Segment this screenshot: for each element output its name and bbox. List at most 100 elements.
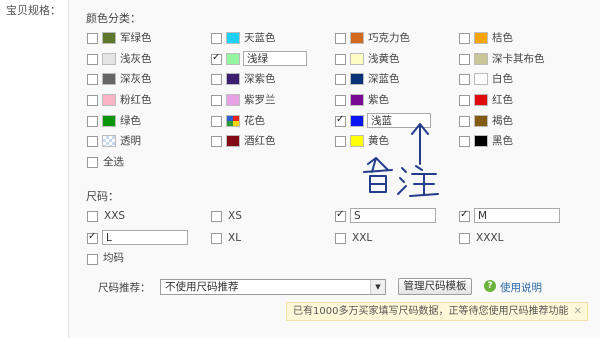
size-checkbox[interactable] — [335, 208, 346, 222]
size-label: XL — [228, 232, 242, 244]
color-swatch — [350, 53, 364, 65]
chevron-down-icon[interactable]: ▼ — [370, 280, 385, 294]
color-checkbox[interactable] — [459, 33, 470, 44]
color-swatch — [226, 94, 240, 106]
color-alias-input[interactable]: 浅绿 — [243, 51, 307, 66]
size-recommend-select[interactable]: 不使用尺码推荐 ▼ — [160, 279, 386, 295]
color-label: 深灰色 — [120, 73, 152, 85]
size-label: XXL — [352, 232, 373, 244]
color-swatch — [474, 135, 488, 147]
color-checkbox[interactable] — [87, 54, 98, 65]
color-swatch — [350, 73, 364, 85]
size-checkbox[interactable] — [459, 208, 470, 222]
close-icon[interactable]: ✕ — [574, 303, 582, 320]
color-checkbox[interactable] — [459, 54, 470, 65]
color-section-title: 颜色分类： — [86, 12, 141, 25]
color-checkbox[interactable] — [87, 116, 98, 127]
color-swatch — [226, 115, 240, 127]
uniform-size-checkbox[interactable] — [87, 254, 98, 265]
color-swatch — [226, 53, 240, 65]
color-checkbox[interactable] — [335, 113, 346, 127]
color-swatch — [102, 32, 116, 44]
color-label: 深蓝色 — [368, 73, 400, 85]
question-icon[interactable]: ? — [484, 280, 496, 292]
color-label: 浅黄色 — [368, 53, 400, 65]
size-checkbox[interactable] — [335, 233, 346, 244]
size-alias-input[interactable]: S — [350, 208, 436, 223]
color-swatch — [226, 73, 240, 85]
size-data-notice: 已有1000多万买家填写尺码数据，正等待您使用尺码推荐功能 ✕ — [286, 302, 588, 321]
color-swatch — [102, 94, 116, 106]
color-label: 军绿色 — [120, 32, 152, 44]
color-checkbox[interactable] — [87, 74, 98, 85]
size-section-title: 尺码： — [86, 190, 119, 203]
color-label: 黑色 — [492, 135, 513, 147]
color-swatch — [474, 53, 488, 65]
size-checkbox[interactable] — [459, 233, 470, 244]
handwriting-bei — [363, 157, 393, 193]
color-swatch — [474, 94, 488, 106]
color-checkbox[interactable] — [459, 74, 470, 85]
color-label: 深紫色 — [244, 73, 276, 85]
size-label: XS — [228, 210, 242, 222]
select-all-checkbox[interactable] — [87, 157, 98, 168]
size-alias-input[interactable]: M — [474, 208, 560, 223]
color-checkbox[interactable] — [335, 74, 346, 85]
color-label: 红色 — [492, 94, 513, 106]
color-swatch — [102, 73, 116, 85]
color-swatch — [474, 32, 488, 44]
color-swatch — [102, 53, 116, 65]
color-checkbox[interactable] — [211, 33, 222, 44]
size-checkbox[interactable] — [87, 230, 98, 244]
color-label: 深卡其布色 — [492, 53, 545, 65]
color-swatch — [474, 115, 488, 127]
color-checkbox[interactable] — [87, 95, 98, 106]
handwriting-zhu — [397, 165, 439, 197]
uniform-size-label: 均码 — [103, 252, 124, 264]
color-swatch — [226, 135, 240, 147]
notice-text: 已有1000多万买家填写尺码数据，正等待您使用尺码推荐功能 — [293, 306, 569, 317]
color-swatch — [474, 73, 488, 85]
color-checkbox[interactable] — [335, 33, 346, 44]
color-label: 浅灰色 — [120, 53, 152, 65]
color-label: 粉红色 — [120, 94, 152, 106]
color-checkbox[interactable] — [211, 51, 222, 65]
size-label: XXXL — [476, 232, 504, 244]
manage-size-template-button[interactable]: 管理尺码模板 — [398, 278, 472, 295]
color-checkbox[interactable] — [459, 95, 470, 106]
color-checkbox[interactable] — [87, 136, 98, 147]
color-label: 白色 — [492, 73, 513, 85]
color-label: 巧克力色 — [368, 32, 410, 44]
color-checkbox[interactable] — [211, 95, 222, 106]
size-label: XXS — [104, 210, 126, 222]
color-checkbox[interactable] — [335, 136, 346, 147]
color-checkbox[interactable] — [211, 136, 222, 147]
spec-label: 宝贝规格： — [6, 4, 61, 17]
color-label: 天蓝色 — [244, 32, 276, 44]
size-recommend-selected-value: 不使用尺码推荐 — [165, 281, 239, 293]
up-arrow-icon — [411, 123, 429, 165]
color-label: 透明 — [120, 135, 141, 147]
usage-help-link[interactable]: 使用说明 — [500, 280, 542, 295]
color-checkbox[interactable] — [335, 54, 346, 65]
color-label: 紫色 — [368, 94, 389, 106]
color-label: 紫罗兰 — [244, 94, 276, 106]
color-label: 绿色 — [120, 115, 141, 127]
size-checkbox[interactable] — [211, 233, 222, 244]
color-checkbox[interactable] — [211, 116, 222, 127]
color-checkbox[interactable] — [211, 74, 222, 85]
color-swatch — [350, 32, 364, 44]
color-checkbox[interactable] — [335, 95, 346, 106]
select-all-label: 全选 — [103, 156, 124, 168]
color-swatch — [102, 115, 116, 127]
color-swatch — [350, 94, 364, 106]
size-recommend-label: 尺码推荐： — [98, 282, 151, 294]
size-checkbox[interactable] — [87, 211, 98, 222]
color-label: 酒红色 — [244, 135, 276, 147]
color-label: 桔色 — [492, 32, 513, 44]
size-checkbox[interactable] — [211, 211, 222, 222]
size-alias-input[interactable]: L — [102, 230, 188, 245]
color-label: 褐色 — [492, 115, 513, 127]
color-label: 花色 — [244, 115, 265, 127]
color-checkbox[interactable] — [87, 33, 98, 44]
